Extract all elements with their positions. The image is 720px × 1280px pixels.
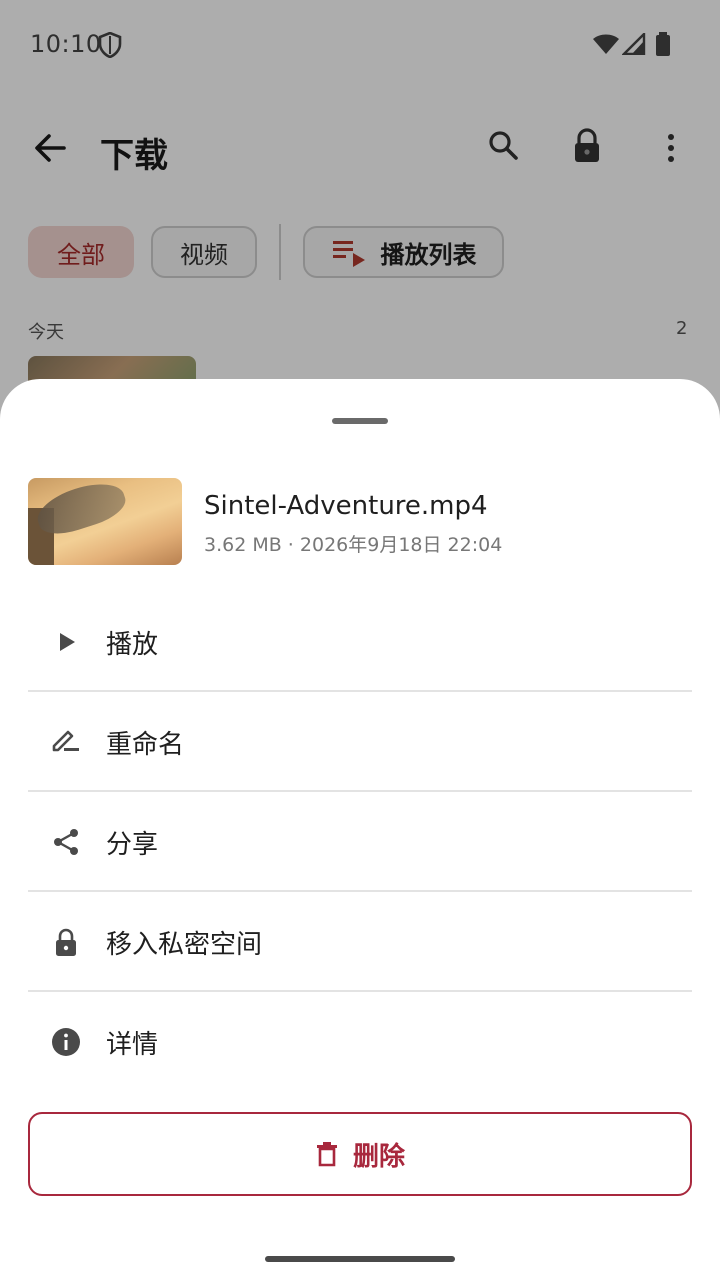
drag-handle[interactable] bbox=[332, 418, 388, 424]
menu-item-details[interactable]: 详情 bbox=[28, 992, 692, 1092]
rename-icon bbox=[52, 730, 79, 752]
menu-item-label: 详情 bbox=[106, 1030, 159, 1060]
file-name: Sintel-Adventure.mp4 bbox=[204, 491, 488, 521]
play-icon bbox=[60, 633, 75, 651]
menu-item-label: 重命名 bbox=[106, 730, 185, 760]
menu-item-private[interactable]: 移入私密空间 bbox=[28, 892, 692, 992]
delete-label: 删除 bbox=[352, 1141, 405, 1172]
menu-item-label: 移入私密空间 bbox=[106, 930, 263, 960]
trash-icon bbox=[316, 1142, 337, 1167]
menu-item-rename[interactable]: 重命名 bbox=[28, 692, 692, 792]
menu-item-play[interactable]: 播放 bbox=[28, 592, 692, 692]
lock-icon bbox=[56, 928, 76, 956]
file-meta: 3.62 MB · 2026年9月18日 22:04 bbox=[204, 534, 503, 556]
info-icon bbox=[52, 1028, 80, 1056]
delete-button[interactable]: 删除 bbox=[28, 1112, 692, 1196]
file-thumbnail bbox=[28, 478, 182, 565]
share-icon bbox=[54, 829, 78, 855]
menu-item-label: 分享 bbox=[106, 830, 159, 860]
menu-item-label: 播放 bbox=[106, 630, 159, 660]
menu-item-share[interactable]: 分享 bbox=[28, 792, 692, 892]
gesture-nav-bar[interactable] bbox=[265, 1256, 455, 1262]
